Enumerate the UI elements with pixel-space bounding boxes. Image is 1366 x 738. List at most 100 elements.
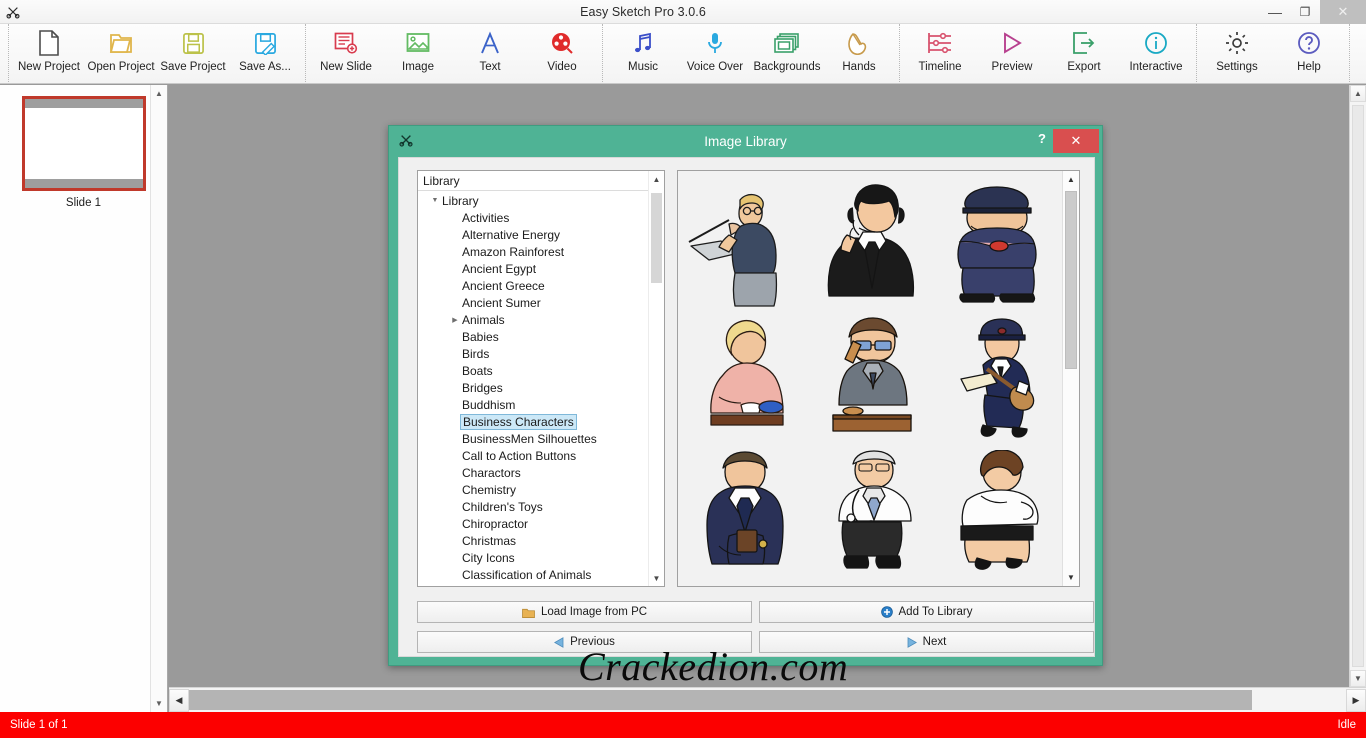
- canvas-vertical-scrollbar[interactable]: ▲ ▼: [1349, 85, 1366, 687]
- canvas-scroll-up-arrow[interactable]: ▲: [1350, 85, 1366, 102]
- gallery-item[interactable]: [682, 310, 808, 445]
- tree-row-label: Babies: [462, 329, 499, 344]
- gallery-item[interactable]: [682, 175, 808, 310]
- gallery-item[interactable]: [934, 445, 1060, 580]
- tree-row-animals[interactable]: ▶ Animals: [418, 311, 664, 328]
- chevron-right-icon[interactable]: ▶: [448, 316, 462, 324]
- tool-video[interactable]: Video: [526, 24, 598, 82]
- watermark-text: Crackedion.com: [578, 644, 849, 689]
- tree-row[interactable]: BusinessMen Silhouettes: [418, 430, 664, 447]
- canvas-scroll-down-arrow[interactable]: ▼: [1350, 670, 1366, 687]
- image-gallery-pane[interactable]: ▲ ▼: [677, 170, 1080, 587]
- tool-backgrounds[interactable]: Backgrounds: [751, 24, 823, 82]
- scroll-track[interactable]: [151, 102, 167, 695]
- scroll-thumb[interactable]: [651, 193, 662, 283]
- tree-row[interactable]: Chemistry: [418, 481, 664, 498]
- tool-text[interactable]: Text: [454, 24, 526, 82]
- gallery-item[interactable]: [934, 580, 1060, 586]
- tree-row[interactable]: Ancient Greece: [418, 277, 664, 294]
- tool-image[interactable]: Image: [382, 24, 454, 82]
- dialog-help-button[interactable]: ?: [1038, 131, 1046, 146]
- tool-save-project[interactable]: Save Project: [157, 24, 229, 82]
- slide-thumbnail[interactable]: [21, 96, 146, 191]
- tree-row[interactable]: Charactors: [418, 464, 664, 481]
- tree-row[interactable]: Ancient Egypt: [418, 260, 664, 277]
- minimize-button[interactable]: —: [1260, 0, 1290, 24]
- gallery-item[interactable]: [808, 580, 934, 586]
- scroll-left-arrow[interactable]: ◀: [169, 688, 189, 712]
- image-gallery-scrollbar[interactable]: ▲ ▼: [1062, 171, 1079, 586]
- hscroll-thumb[interactable]: [189, 689, 1252, 710]
- tree-row[interactable]: Christmas: [418, 532, 664, 549]
- tool-voice-over[interactable]: Voice Over: [679, 24, 751, 82]
- library-tree-list[interactable]: ▼ Library Activities Alternative Energy …: [418, 191, 664, 583]
- scroll-up-arrow[interactable]: ▲: [649, 171, 664, 187]
- tree-row[interactable]: Classification of Animals: [418, 566, 664, 583]
- tree-row-selected-business-characters[interactable]: Business Characters: [418, 413, 664, 430]
- tool-label: Music: [627, 61, 659, 73]
- tool-new-slide[interactable]: New Slide: [310, 24, 382, 82]
- tree-row[interactable]: Bridges: [418, 379, 664, 396]
- load-image-from-pc-button[interactable]: Load Image from PC: [417, 601, 752, 623]
- slide-panel-scrollbar[interactable]: ▲ ▼: [150, 85, 167, 712]
- tool-save-as[interactable]: Save As...: [229, 24, 301, 82]
- scroll-down-arrow[interactable]: ▼: [151, 695, 167, 712]
- tool-preview[interactable]: Preview: [976, 24, 1048, 82]
- gallery-item[interactable]: [808, 445, 934, 580]
- hscroll-track[interactable]: [189, 689, 1346, 712]
- tool-export[interactable]: Export: [1048, 24, 1120, 82]
- tree-row-root[interactable]: ▼ Library: [418, 192, 664, 209]
- tool-settings[interactable]: Settings: [1201, 24, 1273, 82]
- tool-label: Video: [547, 61, 577, 73]
- tree-row[interactable]: Birds: [418, 345, 664, 362]
- gallery-item[interactable]: [934, 310, 1060, 445]
- scroll-thumb[interactable]: [1065, 191, 1077, 369]
- tree-row[interactable]: Buddhism: [418, 396, 664, 413]
- microphone-icon: [701, 29, 729, 57]
- tool-label: Backgrounds: [753, 61, 821, 73]
- scroll-up-arrow[interactable]: ▲: [151, 85, 167, 102]
- tree-row[interactable]: Chiropractor: [418, 515, 664, 532]
- slide-panel: Slide 1 ▲ ▼: [0, 85, 168, 712]
- library-tree-pane[interactable]: Library ▼ Library Activities Alternative…: [417, 170, 665, 587]
- gallery-item[interactable]: [934, 175, 1060, 310]
- scroll-down-arrow[interactable]: ▼: [649, 570, 664, 586]
- tool-interactive[interactable]: Interactive: [1120, 24, 1192, 82]
- tool-hands[interactable]: Hands: [823, 24, 895, 82]
- gallery-item[interactable]: [682, 580, 808, 586]
- tree-row[interactable]: Babies: [418, 328, 664, 345]
- tree-row[interactable]: Children's Toys: [418, 498, 664, 515]
- gallery-item[interactable]: [808, 175, 934, 310]
- export-arrow-icon: [1070, 29, 1098, 57]
- tree-row-label: Chiropractor: [462, 516, 529, 531]
- slide-list-item[interactable]: Slide 1: [21, 96, 146, 209]
- tree-row-label: Birds: [462, 346, 490, 361]
- maximize-button[interactable]: ❐: [1290, 0, 1320, 24]
- tree-row[interactable]: City Icons: [418, 549, 664, 566]
- tree-row[interactable]: Amazon Rainforest: [418, 243, 664, 260]
- chevron-down-icon[interactable]: ▼: [428, 197, 442, 204]
- tree-row[interactable]: Boats: [418, 362, 664, 379]
- tree-row[interactable]: Ancient Sumer: [418, 294, 664, 311]
- tool-help[interactable]: Help: [1273, 24, 1345, 82]
- tree-row-label: Activities: [462, 210, 510, 225]
- app-window: Easy Sketch Pro 3.0.6 — ❐ ✕ New Project …: [0, 0, 1366, 738]
- gallery-item[interactable]: [682, 445, 808, 580]
- tool-timeline[interactable]: Timeline: [904, 24, 976, 82]
- scroll-down-arrow[interactable]: ▼: [1063, 569, 1079, 586]
- scroll-right-arrow[interactable]: ▶: [1346, 688, 1366, 712]
- tree-row[interactable]: Alternative Energy: [418, 226, 664, 243]
- library-tree-scrollbar[interactable]: ▲ ▼: [648, 171, 664, 586]
- scroll-up-arrow[interactable]: ▲: [1063, 171, 1079, 188]
- gallery-item[interactable]: [808, 310, 934, 445]
- close-button[interactable]: ✕: [1320, 0, 1366, 24]
- dialog-close-button[interactable]: ✕: [1053, 129, 1099, 153]
- canvas-horizontal-scrollbar[interactable]: ◀ ▶: [169, 687, 1366, 712]
- canvas-scroll-thumb[interactable]: [1352, 105, 1364, 667]
- tool-music[interactable]: Music: [607, 24, 679, 82]
- add-to-library-button[interactable]: Add To Library: [759, 601, 1094, 623]
- tree-row[interactable]: Call to Action Buttons: [418, 447, 664, 464]
- tool-open-project[interactable]: Open Project: [85, 24, 157, 82]
- tree-row[interactable]: Activities: [418, 209, 664, 226]
- tool-new-project[interactable]: New Project: [13, 24, 85, 82]
